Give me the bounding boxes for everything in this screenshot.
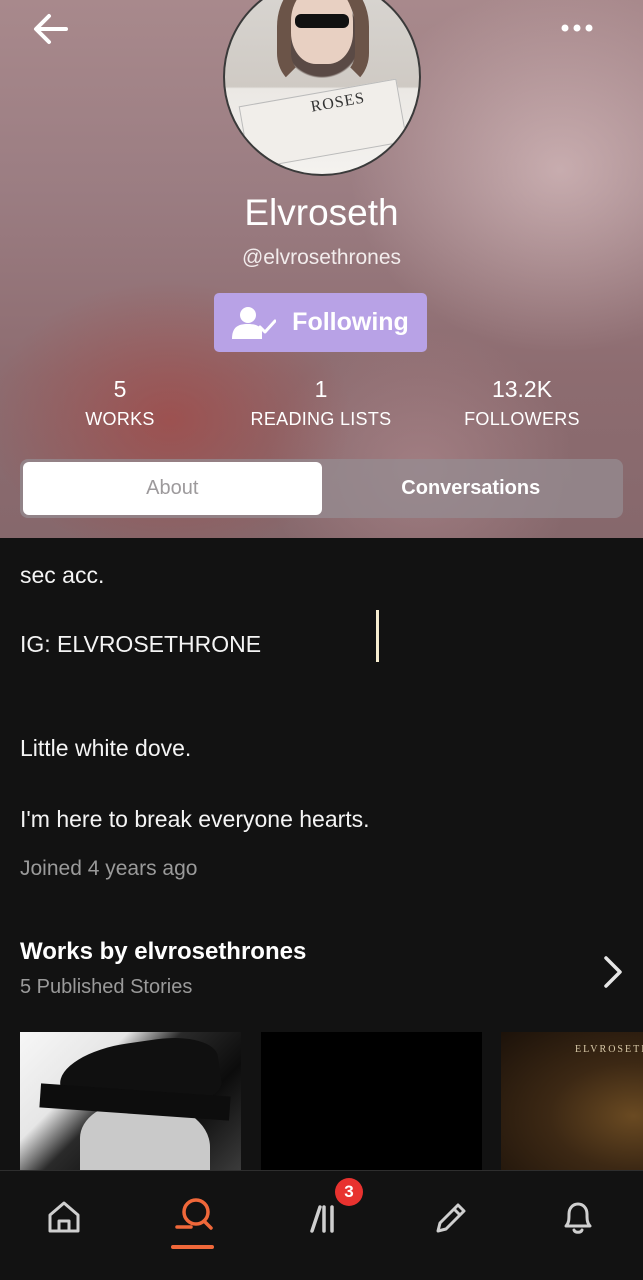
story-cover[interactable] <box>261 1032 482 1170</box>
nav-notifications[interactable] <box>546 1187 610 1247</box>
more-options-button[interactable] <box>553 8 601 48</box>
chevron-right-icon <box>604 956 622 988</box>
works-title[interactable]: Works by elvrosethrones <box>20 938 306 966</box>
library-icon <box>310 1205 334 1233</box>
display-name: Elvroseth <box>244 192 399 233</box>
text-cursor <box>376 610 379 662</box>
username: @elvrosethrones <box>241 246 402 269</box>
stat-works-value: 5 <box>113 376 127 402</box>
about-line: Little white dove. <box>20 735 192 761</box>
stat-followers-label: FOLLOWERS <box>464 409 580 429</box>
nav-search[interactable] <box>161 1187 225 1247</box>
stat-reading-lists[interactable]: 1 READING LISTS <box>221 376 421 430</box>
tab-conversations[interactable]: Conversations <box>322 462 621 515</box>
about-line: IG: ELVROSETHRONE <box>20 631 262 657</box>
arrow-left-icon <box>34 14 68 44</box>
about-line: sec acc. <box>20 562 105 588</box>
stat-followers[interactable]: 13.2K FOLLOWERS <box>422 376 622 430</box>
user-check-icon <box>232 306 277 339</box>
more-dots-icon <box>561 24 593 32</box>
stat-works-label: WORKS <box>85 409 155 429</box>
works-carousel[interactable]: ELVROSETH <box>0 1032 643 1170</box>
library-notification-badge: 3 <box>335 1178 363 1206</box>
profile-tabs: About Conversations <box>20 459 623 518</box>
search-icon <box>175 1198 213 1230</box>
back-button[interactable] <box>30 8 74 52</box>
avatar-newspaper-text: ROSES <box>309 89 367 116</box>
tab-about[interactable]: About <box>23 462 322 515</box>
stat-reading-lists-label: READING LISTS <box>250 409 392 429</box>
stat-works[interactable]: 5 WORKS <box>20 376 220 430</box>
home-icon <box>48 1201 80 1233</box>
pencil-icon <box>436 1203 466 1233</box>
bottom-navigation: 3 <box>0 1170 643 1280</box>
nav-home[interactable] <box>32 1187 96 1247</box>
works-see-all-button[interactable] <box>596 950 626 994</box>
about-line: I'm here to break everyone hearts. <box>20 806 370 832</box>
story-cover[interactable]: ELVROSETH <box>501 1032 643 1170</box>
profile-header: ROSES Elvroseth @elvrosethrones Followin… <box>0 0 643 538</box>
following-button[interactable]: Following <box>214 293 427 352</box>
works-count: 5 Published Stories <box>20 976 193 998</box>
active-tab-indicator <box>171 1245 214 1249</box>
stat-followers-value: 13.2K <box>491 376 553 402</box>
stat-reading-lists-value: 1 <box>314 376 328 402</box>
bell-icon <box>564 1202 592 1234</box>
story-cover-title: ELVROSETH <box>575 1044 643 1055</box>
following-button-label: Following <box>292 308 409 336</box>
joined-date: Joined 4 years ago <box>20 857 198 880</box>
avatar[interactable]: ROSES <box>223 0 421 176</box>
nav-write[interactable] <box>418 1187 482 1247</box>
story-cover[interactable] <box>20 1032 241 1170</box>
